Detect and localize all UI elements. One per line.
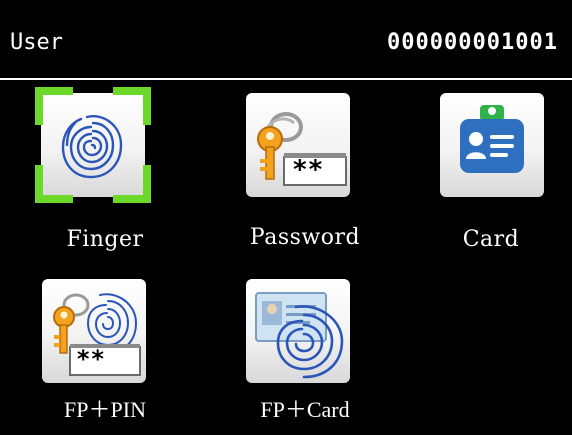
menu-item-label: FP＋Card (260, 397, 350, 422)
menu-item-password[interactable]: ** Password (238, 93, 372, 263)
id-card-icon (440, 93, 544, 197)
fingerprint-card-icon (246, 279, 350, 383)
user-id: 000000001001 (387, 30, 558, 55)
pin-mask-text: ** (76, 345, 105, 373)
fingerprint-icon (41, 93, 145, 197)
menu-item-label: Password (249, 225, 361, 250)
key-password-icon: ** (246, 93, 350, 197)
header-title: User (10, 30, 63, 55)
menu-item-label: FP＋PIN (64, 397, 146, 422)
fingerprint-key-icon: ** (42, 279, 146, 383)
menu-item-label: Card (462, 227, 520, 252)
menu-item-finger[interactable]: Finger (35, 87, 172, 263)
header-bar: User 000000001001 (0, 0, 572, 78)
menu-item-fp-pin[interactable]: ** FP＋PIN (38, 279, 172, 429)
menu-item-label: Finger (66, 227, 144, 252)
user-verify-screen: User 000000001001 Finger ** Password Car… (0, 0, 572, 435)
password-mask-text: ** (292, 155, 324, 185)
menu-item-card[interactable]: Card (436, 93, 546, 263)
menu-item-fp-card[interactable]: FP＋Card (238, 279, 372, 429)
header-divider (0, 78, 572, 80)
